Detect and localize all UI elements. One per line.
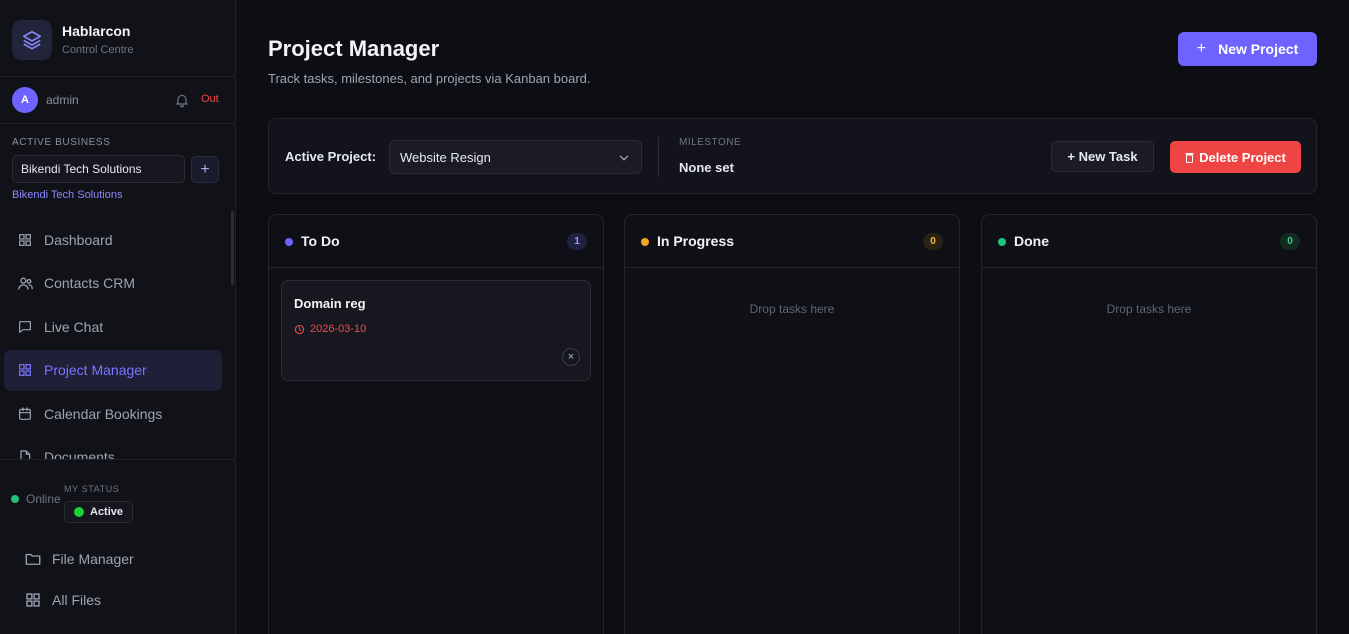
plus-icon: + xyxy=(1196,40,1207,57)
user-name: admin xyxy=(46,93,79,107)
delete-project-button[interactable]: Delete Project xyxy=(1170,141,1301,173)
task-due-date-text: 2026-03-10 xyxy=(310,323,367,335)
business-select[interactable]: Bikendi Tech Solutions xyxy=(12,155,185,183)
project-toolbar: Active Project: Website Resign MILESTONE… xyxy=(268,118,1317,194)
status-dot xyxy=(74,507,84,517)
column-dot xyxy=(285,238,293,246)
brand-name: Hablarcon xyxy=(62,23,131,39)
page-title: Project Manager xyxy=(268,36,440,61)
active-business-label: ACTIVE BUSINESS xyxy=(12,137,111,148)
my-status-select[interactable]: Active xyxy=(64,501,134,523)
column-count-badge: 0 xyxy=(923,233,943,250)
active-project-value: Website Resign xyxy=(400,150,491,165)
milestone-label: MILESTONE xyxy=(679,137,742,148)
bell-icon[interactable] xyxy=(174,92,190,113)
avatar[interactable]: A xyxy=(12,87,38,113)
task-title: Domain reg xyxy=(294,296,366,311)
task-card[interactable]: Domain reg 2026-03-10 × xyxy=(281,280,591,381)
grid-icon xyxy=(24,591,42,609)
online-status: Online xyxy=(11,492,61,506)
divider xyxy=(0,123,236,124)
sidebar-nav: Dashboard Contacts CRM Live Chat Project… xyxy=(4,219,222,459)
my-status-value: Active xyxy=(90,506,124,518)
sidebar-item-file-manager[interactable]: File Manager xyxy=(24,548,134,570)
user-row: A admin Out xyxy=(12,87,222,113)
column-title: In Progress xyxy=(657,233,735,249)
column-dot xyxy=(641,238,649,246)
online-dot xyxy=(11,495,19,503)
add-business-button[interactable]: + xyxy=(191,156,219,183)
business-link[interactable]: Bikendi Tech Solutions xyxy=(12,189,122,201)
sidebar-item-label: Dashboard xyxy=(44,231,113,248)
brand-subtitle: Control Centre xyxy=(62,44,134,56)
divider xyxy=(0,459,236,460)
column-dot xyxy=(998,238,1006,246)
sidebar-item-label: Project Manager xyxy=(44,362,147,378)
grid-icon xyxy=(16,231,34,249)
bottom-nav: File Manager All Files xyxy=(24,548,134,630)
sidebar-item-project-manager[interactable]: Project Manager xyxy=(4,349,222,391)
my-status-label: MY STATUS xyxy=(64,484,120,494)
task-due-date: 2026-03-10 xyxy=(294,323,366,335)
column-header: Done 0 xyxy=(982,215,1316,268)
active-project-select[interactable]: Website Resign xyxy=(389,140,642,174)
sidebar-item-label: File Manager xyxy=(52,551,134,567)
new-task-button[interactable]: + New Task xyxy=(1051,141,1154,172)
layers-logo-icon xyxy=(12,20,52,60)
new-project-button[interactable]: + New Project xyxy=(1178,32,1317,66)
sidebar-item-calendar-bookings[interactable]: Calendar Bookings xyxy=(4,393,222,434)
column-header: In Progress 0 xyxy=(625,215,959,268)
sidebar: Hablarcon Control Centre A admin Out ACT… xyxy=(0,0,236,634)
column-done[interactable]: Done 0 Drop tasks here xyxy=(981,214,1317,634)
new-project-label: New Project xyxy=(1218,41,1299,57)
divider xyxy=(0,76,236,77)
sidebar-item-label: Documents xyxy=(44,449,115,459)
sidebar-scrollbar[interactable] xyxy=(231,211,234,285)
calendar-icon xyxy=(16,405,34,423)
delete-task-button[interactable]: × xyxy=(562,348,580,366)
clock-icon xyxy=(294,324,305,334)
chat-icon xyxy=(16,318,34,336)
milestone-value: None set xyxy=(679,160,734,175)
brand[interactable]: Hablarcon Control Centre xyxy=(12,20,134,60)
users-icon xyxy=(16,274,34,292)
sidebar-item-label: Live Chat xyxy=(44,318,104,335)
chevron-down-icon xyxy=(617,151,631,168)
sidebar-item-label: Contacts CRM xyxy=(44,275,136,291)
divider xyxy=(658,137,659,177)
sidebar-item-dashboard[interactable]: Dashboard xyxy=(4,219,222,260)
sidebar-item-documents[interactable]: Documents xyxy=(4,437,222,459)
sidebar-item-contacts-crm[interactable]: Contacts CRM xyxy=(4,263,222,304)
column-count-badge: 1 xyxy=(567,233,587,250)
sidebar-item-label: Calendar Bookings xyxy=(44,405,163,422)
page-subtitle: Track tasks, milestones, and projects vi… xyxy=(268,71,591,86)
document-icon xyxy=(16,448,34,459)
column-title: To Do xyxy=(301,233,340,249)
drop-zone-hint: Drop tasks here xyxy=(749,302,835,316)
column-in-progress[interactable]: In Progress 0 Drop tasks here xyxy=(624,214,960,634)
sidebar-item-all-files[interactable]: All Files xyxy=(24,589,134,611)
folder-icon xyxy=(24,550,42,568)
logout-button[interactable]: Out xyxy=(201,93,219,105)
active-project-label: Active Project: xyxy=(285,149,377,164)
grid-icon xyxy=(16,361,34,379)
sidebar-item-label: All Files xyxy=(52,592,102,608)
drop-zone-hint: Drop tasks here xyxy=(1106,302,1192,316)
column-title: Done xyxy=(1014,233,1049,249)
column-header: To Do 1 xyxy=(269,215,603,268)
delete-project-label: Delete Project xyxy=(1199,149,1286,165)
column-to-do[interactable]: To Do 1 Domain reg 2026-03-10 × xyxy=(268,214,604,634)
trash-icon xyxy=(1185,152,1194,163)
column-count-badge: 0 xyxy=(1280,233,1300,250)
online-label: Online xyxy=(26,492,61,506)
sidebar-item-live-chat[interactable]: Live Chat xyxy=(4,306,222,347)
